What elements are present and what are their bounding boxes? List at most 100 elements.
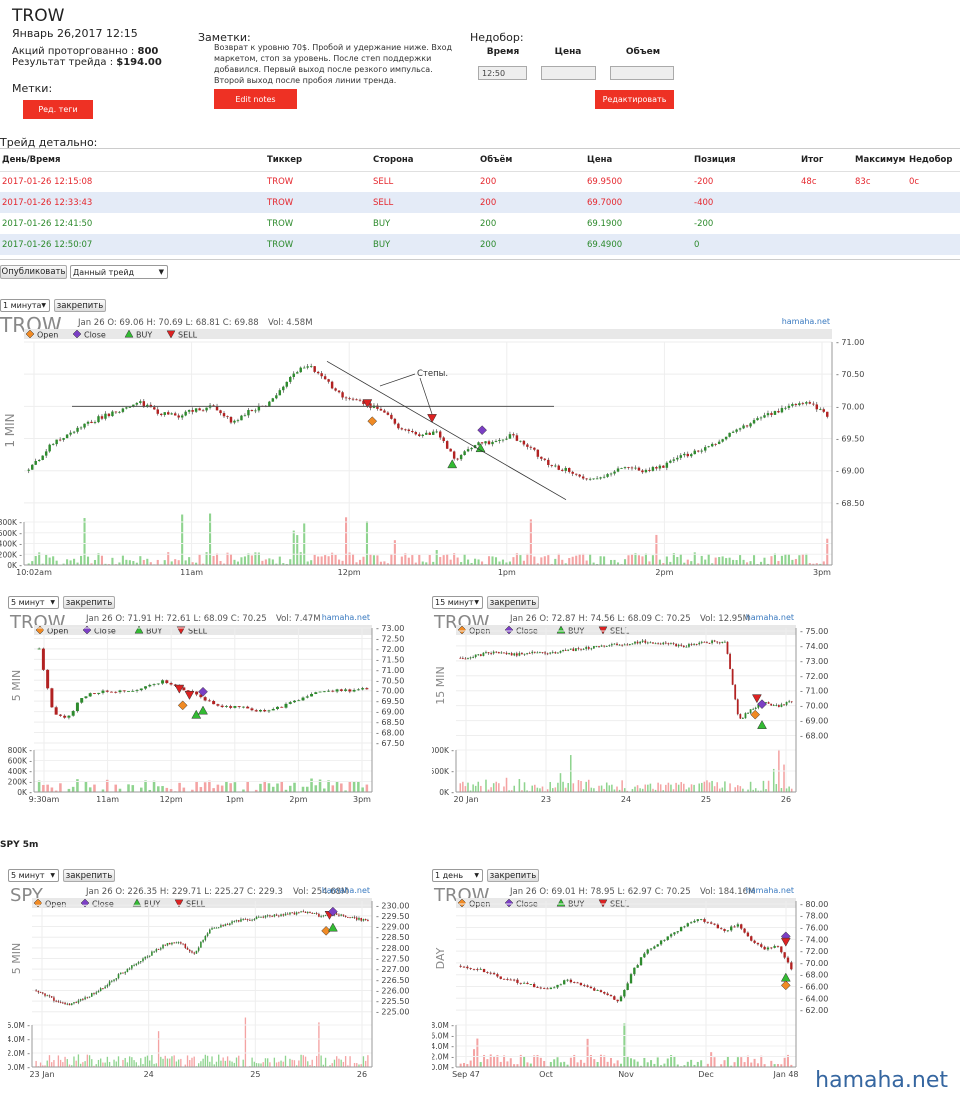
volume-bar xyxy=(144,780,147,792)
publish-scope-select[interactable]: Данный трейд ▼ xyxy=(70,265,168,279)
chart-brand: hamaha.net xyxy=(782,317,830,326)
candle xyxy=(773,411,777,415)
candle xyxy=(335,913,338,915)
table-row[interactable]: 2017-01-26 12:50:07 TROW BUY 200 69.4900… xyxy=(0,234,960,255)
volume-bar xyxy=(605,782,608,792)
candle xyxy=(348,689,352,692)
chart-trow-5min[interactable]: TROW Jan 26 O: 71.91 H: 72.61 L: 68.09 C:… xyxy=(8,610,410,817)
candle xyxy=(590,648,593,650)
candle xyxy=(342,914,345,916)
volume-bar xyxy=(361,787,364,792)
volume-bar xyxy=(698,783,700,792)
volume-bar xyxy=(616,1060,619,1067)
interval-select-15min[interactable]: 15 минут ▼ xyxy=(432,596,483,609)
pin-button-spy[interactable]: закрепить xyxy=(63,869,115,882)
volume-bar xyxy=(503,786,505,792)
volume-bar xyxy=(556,1057,559,1067)
cell-result xyxy=(799,234,853,255)
candle xyxy=(44,993,46,996)
candle xyxy=(418,434,421,436)
volume-bar xyxy=(603,556,606,565)
volume-bar xyxy=(125,559,128,565)
volume-bar xyxy=(152,780,156,792)
table-row[interactable]: 2017-01-26 12:41:50 TROW BUY 200 69.1900… xyxy=(0,213,960,234)
volume-bar xyxy=(197,1063,200,1067)
volume-bar xyxy=(780,555,783,565)
volume-bar xyxy=(331,1063,333,1067)
volume-bar xyxy=(306,561,309,565)
candle xyxy=(217,927,220,929)
volume-bar xyxy=(716,782,718,792)
interval-select-main[interactable]: 1 минута ▼ xyxy=(0,299,50,312)
candle xyxy=(184,411,187,416)
volume-bar xyxy=(284,1055,287,1067)
candle xyxy=(716,641,719,643)
pin-button-daily[interactable]: закрепить xyxy=(487,869,539,882)
x-tick-label: Oct xyxy=(539,1070,553,1079)
volume-bar xyxy=(428,555,431,565)
y-tick-label: - 227.00 xyxy=(376,965,409,974)
x-tick-label: 25 xyxy=(250,1070,260,1079)
volume-bar xyxy=(233,559,236,565)
volume-bar xyxy=(666,1058,669,1067)
edit-tags-button[interactable]: Ред. теги xyxy=(23,100,93,119)
volume-bar xyxy=(37,780,41,792)
volume-bar xyxy=(783,1057,786,1067)
pin-button-5min[interactable]: закрепить xyxy=(63,596,115,609)
volume-bar xyxy=(700,1060,703,1067)
volume-bar xyxy=(686,1061,689,1067)
table-row[interactable]: 2017-01-26 12:15:08 TROW SELL 200 69.950… xyxy=(0,171,960,192)
edit-notes-button[interactable]: Edit notes xyxy=(214,89,297,109)
x-tick-label: 11am xyxy=(96,795,119,804)
candle xyxy=(729,653,731,670)
volume-bar xyxy=(313,554,316,565)
interval-select-spy[interactable]: 5 минут ▼ xyxy=(8,869,59,882)
volume-bar xyxy=(611,784,613,792)
volume-bar xyxy=(693,784,695,792)
shortfall-time-input[interactable]: 12:50 xyxy=(478,66,527,80)
volume-bar xyxy=(224,1060,227,1067)
chart-trow-15min[interactable]: TROW Jan 26 O: 72.87 H: 74.56 L: 68.09 C:… xyxy=(432,610,834,817)
pin-button-15min[interactable]: закрепить xyxy=(487,596,539,609)
edit-shortfall-button[interactable]: Редактировать xyxy=(595,90,674,109)
volume-bar xyxy=(139,556,142,565)
cell-short xyxy=(907,213,960,234)
chart-main-1min[interactable]: TROW Jan 26 O: 69.06 H: 70.69 L: 68.81 C:… xyxy=(0,314,870,578)
y-tick-label: - 229.00 xyxy=(376,923,409,932)
y-tick-label: - 72.50 xyxy=(376,634,404,643)
chart-trow-daily[interactable]: TROW Jan 26 O: 69.01 H: 78.95 L: 62.97 C:… xyxy=(432,883,834,1090)
shortfall-price-input[interactable] xyxy=(541,66,596,80)
candle xyxy=(114,411,118,413)
shortfall-volume-input[interactable] xyxy=(610,66,674,80)
volume-bar xyxy=(324,555,327,565)
volume-bar xyxy=(208,780,211,792)
volume-bar xyxy=(549,1061,552,1067)
candle xyxy=(749,423,752,427)
volume-bar xyxy=(462,781,464,792)
volume-bar xyxy=(48,557,51,565)
volume-bar xyxy=(306,786,309,792)
candle xyxy=(676,931,679,933)
candle xyxy=(254,710,258,712)
volume-bar xyxy=(69,560,72,565)
table-row[interactable]: 2017-01-26 12:33:43 TROW SELL 200 69.700… xyxy=(0,192,960,213)
interval-select-5min[interactable]: 5 минут ▼ xyxy=(8,596,59,609)
cell-max xyxy=(853,234,907,255)
volume-bar xyxy=(165,787,169,792)
interval-select-daily[interactable]: 1 день ▼ xyxy=(432,869,483,882)
candle xyxy=(318,913,320,917)
candle xyxy=(756,418,759,421)
volume-bar xyxy=(667,782,670,792)
candle xyxy=(27,469,30,471)
pin-button-main[interactable]: закрепить xyxy=(54,299,106,312)
volume-bar xyxy=(756,1063,759,1067)
chart-spy-5min[interactable]: SPY Jan 26 O: 226.35 H: 229.71 L: 225.27 … xyxy=(8,883,410,1090)
candle xyxy=(292,373,295,377)
volume-bar xyxy=(616,786,618,792)
volume-bar xyxy=(641,556,644,565)
publish-button[interactable]: Опубликовать xyxy=(0,265,67,279)
candle xyxy=(139,688,143,691)
candle xyxy=(58,714,62,716)
volume-bar xyxy=(177,1059,180,1067)
candle xyxy=(58,439,62,441)
